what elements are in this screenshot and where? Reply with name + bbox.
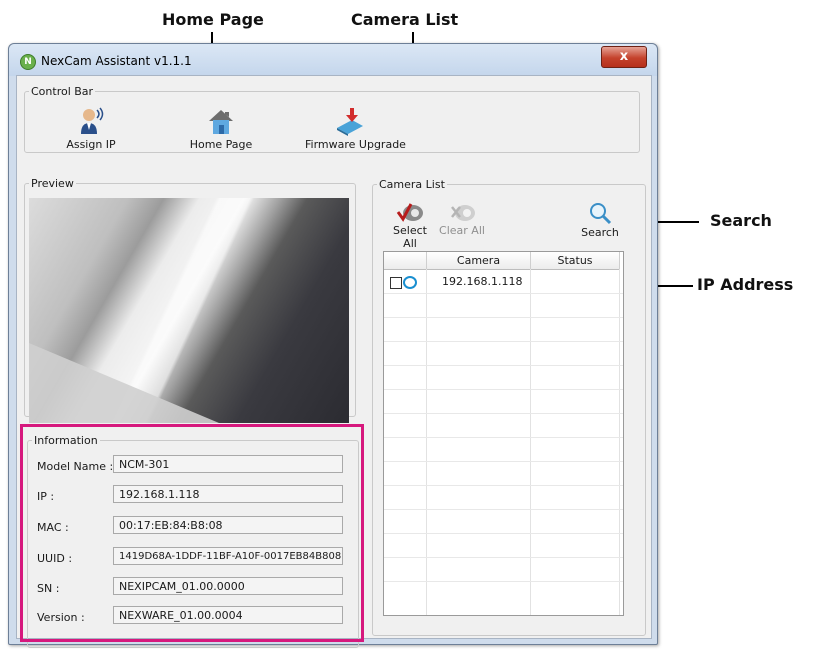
select-all-button[interactable]: Select All xyxy=(386,201,434,250)
table-header-camera[interactable]: Camera xyxy=(427,252,531,270)
select-all-icon xyxy=(396,203,423,222)
callout-ip-address: IP Address xyxy=(697,275,794,294)
info-label-ip: IP : xyxy=(37,490,55,503)
preview-group: Preview xyxy=(24,177,356,423)
info-label-version: Version : xyxy=(37,611,85,624)
info-row-version: Version : NEXWARE_01.00.0004 xyxy=(29,606,359,630)
callout-camera-list: Camera List xyxy=(351,10,459,29)
window-title: NexCam Assistant v1.1.1 xyxy=(41,54,192,68)
info-label-mac: MAC : xyxy=(37,521,69,534)
control-bar-group: Control Bar Assign IP Home Page Firmware… xyxy=(24,85,640,153)
camera-row-checkbox[interactable] xyxy=(390,277,402,289)
info-label-model-name: Model Name : xyxy=(37,460,114,473)
info-row-sn: SN : NEXIPCAM_01.00.0000 xyxy=(29,577,359,601)
control-bar-legend: Control Bar xyxy=(31,85,94,98)
info-label-sn: SN : xyxy=(37,582,60,595)
close-button[interactable]: x xyxy=(601,46,647,68)
assign-ip-button[interactable]: Assign IP xyxy=(46,106,136,151)
info-row-ip: IP : 192.168.1.118 xyxy=(29,485,359,509)
info-value-mac: 00:17:EB:84:B8:08 xyxy=(113,516,343,534)
info-label-uuid: UUID : xyxy=(37,552,73,565)
select-all-label: Select All xyxy=(393,224,427,250)
clear-all-label: Clear All xyxy=(439,224,485,237)
search-icon xyxy=(590,203,612,225)
info-row-mac: MAC : 00:17:EB:84:B8:08 xyxy=(29,516,359,540)
search-label: Search xyxy=(581,226,619,239)
clear-all-button[interactable]: Clear All xyxy=(439,201,485,237)
camera-list-legend: Camera List xyxy=(379,178,445,191)
table-row[interactable]: 192.168.1.118 xyxy=(384,270,621,293)
assign-ip-icon xyxy=(75,106,107,136)
preview-legend: Preview xyxy=(31,177,74,190)
camera-table: Camera Status 192.168.1.118 xyxy=(383,251,624,616)
info-row-model-name: Model Name : NCM-301 xyxy=(29,455,359,479)
camera-ip-cell: 192.168.1.118 xyxy=(442,275,523,288)
camera-preview-image xyxy=(29,198,349,423)
info-value-uuid: 1419D68A-1DDF-11BF-A10F-0017EB84B808 xyxy=(113,547,343,565)
camera-status-icon xyxy=(403,276,417,289)
table-header-status[interactable]: Status xyxy=(531,252,620,270)
info-value-version: NEXWARE_01.00.0004 xyxy=(113,606,343,624)
home-icon xyxy=(205,106,237,136)
firmware-upgrade-button[interactable]: Firmware Upgrade xyxy=(305,106,406,151)
firmware-upgrade-icon xyxy=(334,106,366,136)
info-value-ip: 192.168.1.118 xyxy=(113,485,343,503)
app-logo-icon: N xyxy=(20,54,36,70)
info-row-uuid: UUID : 1419D68A-1DDF-11BF-A10F-0017EB84B… xyxy=(29,547,359,571)
search-button[interactable]: Search xyxy=(579,201,621,239)
home-page-label: Home Page xyxy=(189,138,253,151)
clear-all-icon xyxy=(451,205,475,221)
info-value-sn: NEXIPCAM_01.00.0000 xyxy=(113,577,343,595)
callout-search: Search xyxy=(710,211,772,230)
callout-home-page: Home Page xyxy=(162,10,264,29)
table-header-select xyxy=(384,252,427,270)
firmware-upgrade-label: Firmware Upgrade xyxy=(305,138,406,151)
info-value-model-name: NCM-301 xyxy=(113,455,343,473)
information-rows: Model Name : NCM-301 IP : 192.168.1.118 … xyxy=(29,450,359,630)
home-page-button[interactable]: Home Page xyxy=(176,106,266,151)
assign-ip-label: Assign IP xyxy=(66,138,116,151)
title-bar[interactable]: N NexCam Assistant v1.1.1 x xyxy=(9,44,657,76)
